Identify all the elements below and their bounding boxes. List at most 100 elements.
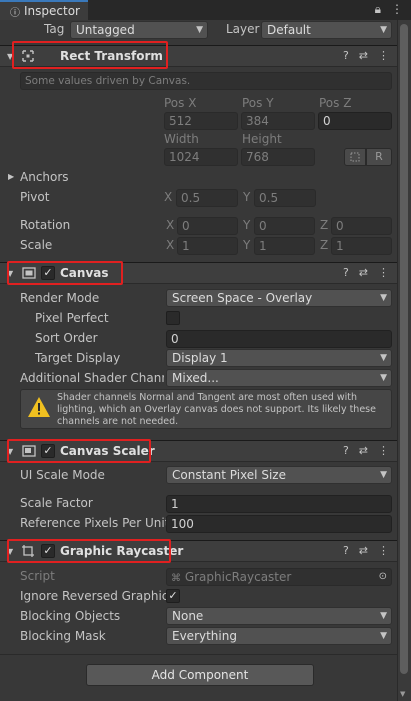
script-label: Script <box>20 569 55 583</box>
tag-dropdown[interactable]: Untagged ▼ <box>70 21 208 39</box>
pos-y-field[interactable]: 384 <box>241 112 315 130</box>
preset-icon[interactable]: ⇄ <box>359 444 368 457</box>
layer-dropdown[interactable]: Default ▼ <box>261 21 392 39</box>
pivot-x-label: X <box>164 190 173 204</box>
info-icon: ⓘ <box>10 7 20 19</box>
rot-z-label: Z <box>320 218 329 232</box>
chevron-down-icon: ▼ <box>380 470 387 480</box>
pivot-label: Pivot <box>20 190 50 204</box>
pos-x-label: Pos X <box>164 96 197 110</box>
blocking-mask-value: Everything <box>172 629 237 643</box>
sort-order-label: Sort Order <box>35 331 98 345</box>
target-display-label: Target Display <box>35 351 121 365</box>
pixel-perfect-label: Pixel Perfect <box>35 311 109 325</box>
tag-value: Untagged <box>76 23 135 37</box>
tag-label: Tag <box>44 22 65 36</box>
height-label: Height <box>242 132 282 146</box>
ignore-reversed-checkbox[interactable]: ✓ <box>166 589 180 603</box>
ui-scale-mode-label: UI Scale Mode <box>20 468 105 482</box>
scale-x-field[interactable]: 1 <box>177 237 238 255</box>
shader-channels-dropdown[interactable]: Mixed... ▼ <box>166 369 392 387</box>
driven-info: Some values driven by Canvas. <box>20 72 392 90</box>
raw-edit-button[interactable]: R <box>366 148 392 166</box>
scale-factor-field[interactable]: 1 <box>166 495 392 513</box>
add-component-button[interactable]: Add Component <box>86 664 314 686</box>
component-actions: ? ⇄ ⋮ <box>343 544 389 557</box>
script-field: ⌘ GraphicRaycaster ⊙ <box>166 568 392 586</box>
blocking-objects-dropdown[interactable]: None ▼ <box>166 607 392 625</box>
component-actions: ? ⇄ ⋮ <box>343 444 389 457</box>
help-icon[interactable]: ? <box>343 544 349 557</box>
menu-icon[interactable]: ⋮ <box>378 444 389 457</box>
highlight-canvas <box>7 261 123 285</box>
width-field[interactable]: 1024 <box>164 148 238 166</box>
blocking-mask-label: Blocking Mask <box>20 629 106 643</box>
chevron-down-icon: ▼ <box>380 611 387 621</box>
menu-icon[interactable]: ⋮ <box>378 544 389 557</box>
preset-icon[interactable]: ⇄ <box>359 544 368 557</box>
pivot-x-field[interactable]: 0.5 <box>176 189 238 207</box>
height-field[interactable]: 768 <box>241 148 315 166</box>
lock-icon[interactable]: 🔒︎ <box>375 2 381 17</box>
shader-warning-text: Shader channels Normal and Tangent are m… <box>57 392 376 427</box>
layer-label: Layer <box>226 22 260 36</box>
tab-inspector[interactable]: ⓘ Inspector <box>0 0 88 20</box>
pos-x-field[interactable]: 512 <box>164 112 238 130</box>
chevron-down-icon: ▼ <box>380 353 387 363</box>
scale-y-field[interactable]: 1 <box>254 237 315 255</box>
pos-z-label: Pos Z <box>319 96 352 110</box>
chevron-down-icon: ▼ <box>380 25 387 35</box>
rot-x-field[interactable]: 0 <box>177 217 238 235</box>
warning-icon <box>27 396 51 418</box>
anchors-fold-icon[interactable]: ▶ <box>8 172 14 181</box>
rot-z-field[interactable]: 0 <box>331 217 392 235</box>
width-label: Width <box>164 132 199 146</box>
ui-scale-mode-dropdown[interactable]: Constant Pixel Size ▼ <box>166 466 392 484</box>
scale-factor-label: Scale Factor <box>20 496 93 510</box>
menu-icon[interactable]: ⋮ <box>378 49 389 62</box>
sort-order-field[interactable]: 0 <box>166 330 392 348</box>
help-icon[interactable]: ? <box>343 444 349 457</box>
rot-y-field[interactable]: 0 <box>254 217 315 235</box>
target-display-value: Display 1 <box>172 351 228 365</box>
pivot-y-field[interactable]: 0.5 <box>254 189 316 207</box>
pos-y-label: Pos Y <box>242 96 274 110</box>
preset-icon[interactable]: ⇄ <box>359 49 368 62</box>
chevron-down-icon: ▼ <box>380 373 387 383</box>
scale-z-field[interactable]: 1 <box>331 237 392 255</box>
script-value: GraphicRaycaster <box>184 570 292 584</box>
blocking-mask-dropdown[interactable]: Everything ▼ <box>166 627 392 645</box>
pos-z-field[interactable]: 0 <box>318 112 392 130</box>
help-icon[interactable]: ? <box>343 266 349 279</box>
anchors-label[interactable]: Anchors <box>20 170 69 184</box>
blueprint-button[interactable] <box>344 148 366 166</box>
scroll-down-icon[interactable]: ▼ <box>400 690 405 698</box>
pivot-y-label: Y <box>243 190 251 204</box>
chevron-down-icon: ▼ <box>196 25 203 35</box>
render-mode-label: Render Mode <box>20 291 100 305</box>
tab-title: Inspector <box>24 4 80 18</box>
scale-z-label: Z <box>320 238 329 252</box>
preset-icon[interactable]: ⇄ <box>359 266 368 279</box>
blueprint-icon <box>350 152 360 162</box>
shader-channels-value: Mixed... <box>172 371 219 385</box>
component-actions: ? ⇄ ⋮ <box>343 49 389 62</box>
menu-icon[interactable]: ⋮ <box>391 2 403 17</box>
scrollbar-thumb[interactable] <box>400 24 408 674</box>
ref-ppu-label: Reference Pixels Per Unit <box>20 516 170 530</box>
blocking-objects-value: None <box>172 609 204 623</box>
scale-y-label: Y <box>243 238 251 252</box>
render-mode-value: Screen Space - Overlay <box>172 291 313 305</box>
ignore-reversed-label: Ignore Reversed Graphics <box>20 589 175 603</box>
target-display-dropdown[interactable]: Display 1 ▼ <box>166 349 392 367</box>
pixel-perfect-checkbox[interactable] <box>166 311 180 325</box>
ui-scale-mode-value: Constant Pixel Size <box>172 468 286 482</box>
scale-x-label: X <box>166 238 175 252</box>
ref-ppu-field[interactable]: 100 <box>166 515 392 533</box>
render-mode-dropdown[interactable]: Screen Space - Overlay ▼ <box>166 289 392 307</box>
target-icon[interactable]: ⊙ <box>379 569 387 585</box>
help-icon[interactable]: ? <box>343 49 349 62</box>
highlight-canvas-scaler <box>7 439 151 463</box>
blocking-objects-label: Blocking Objects <box>20 609 121 623</box>
menu-icon[interactable]: ⋮ <box>378 266 389 279</box>
